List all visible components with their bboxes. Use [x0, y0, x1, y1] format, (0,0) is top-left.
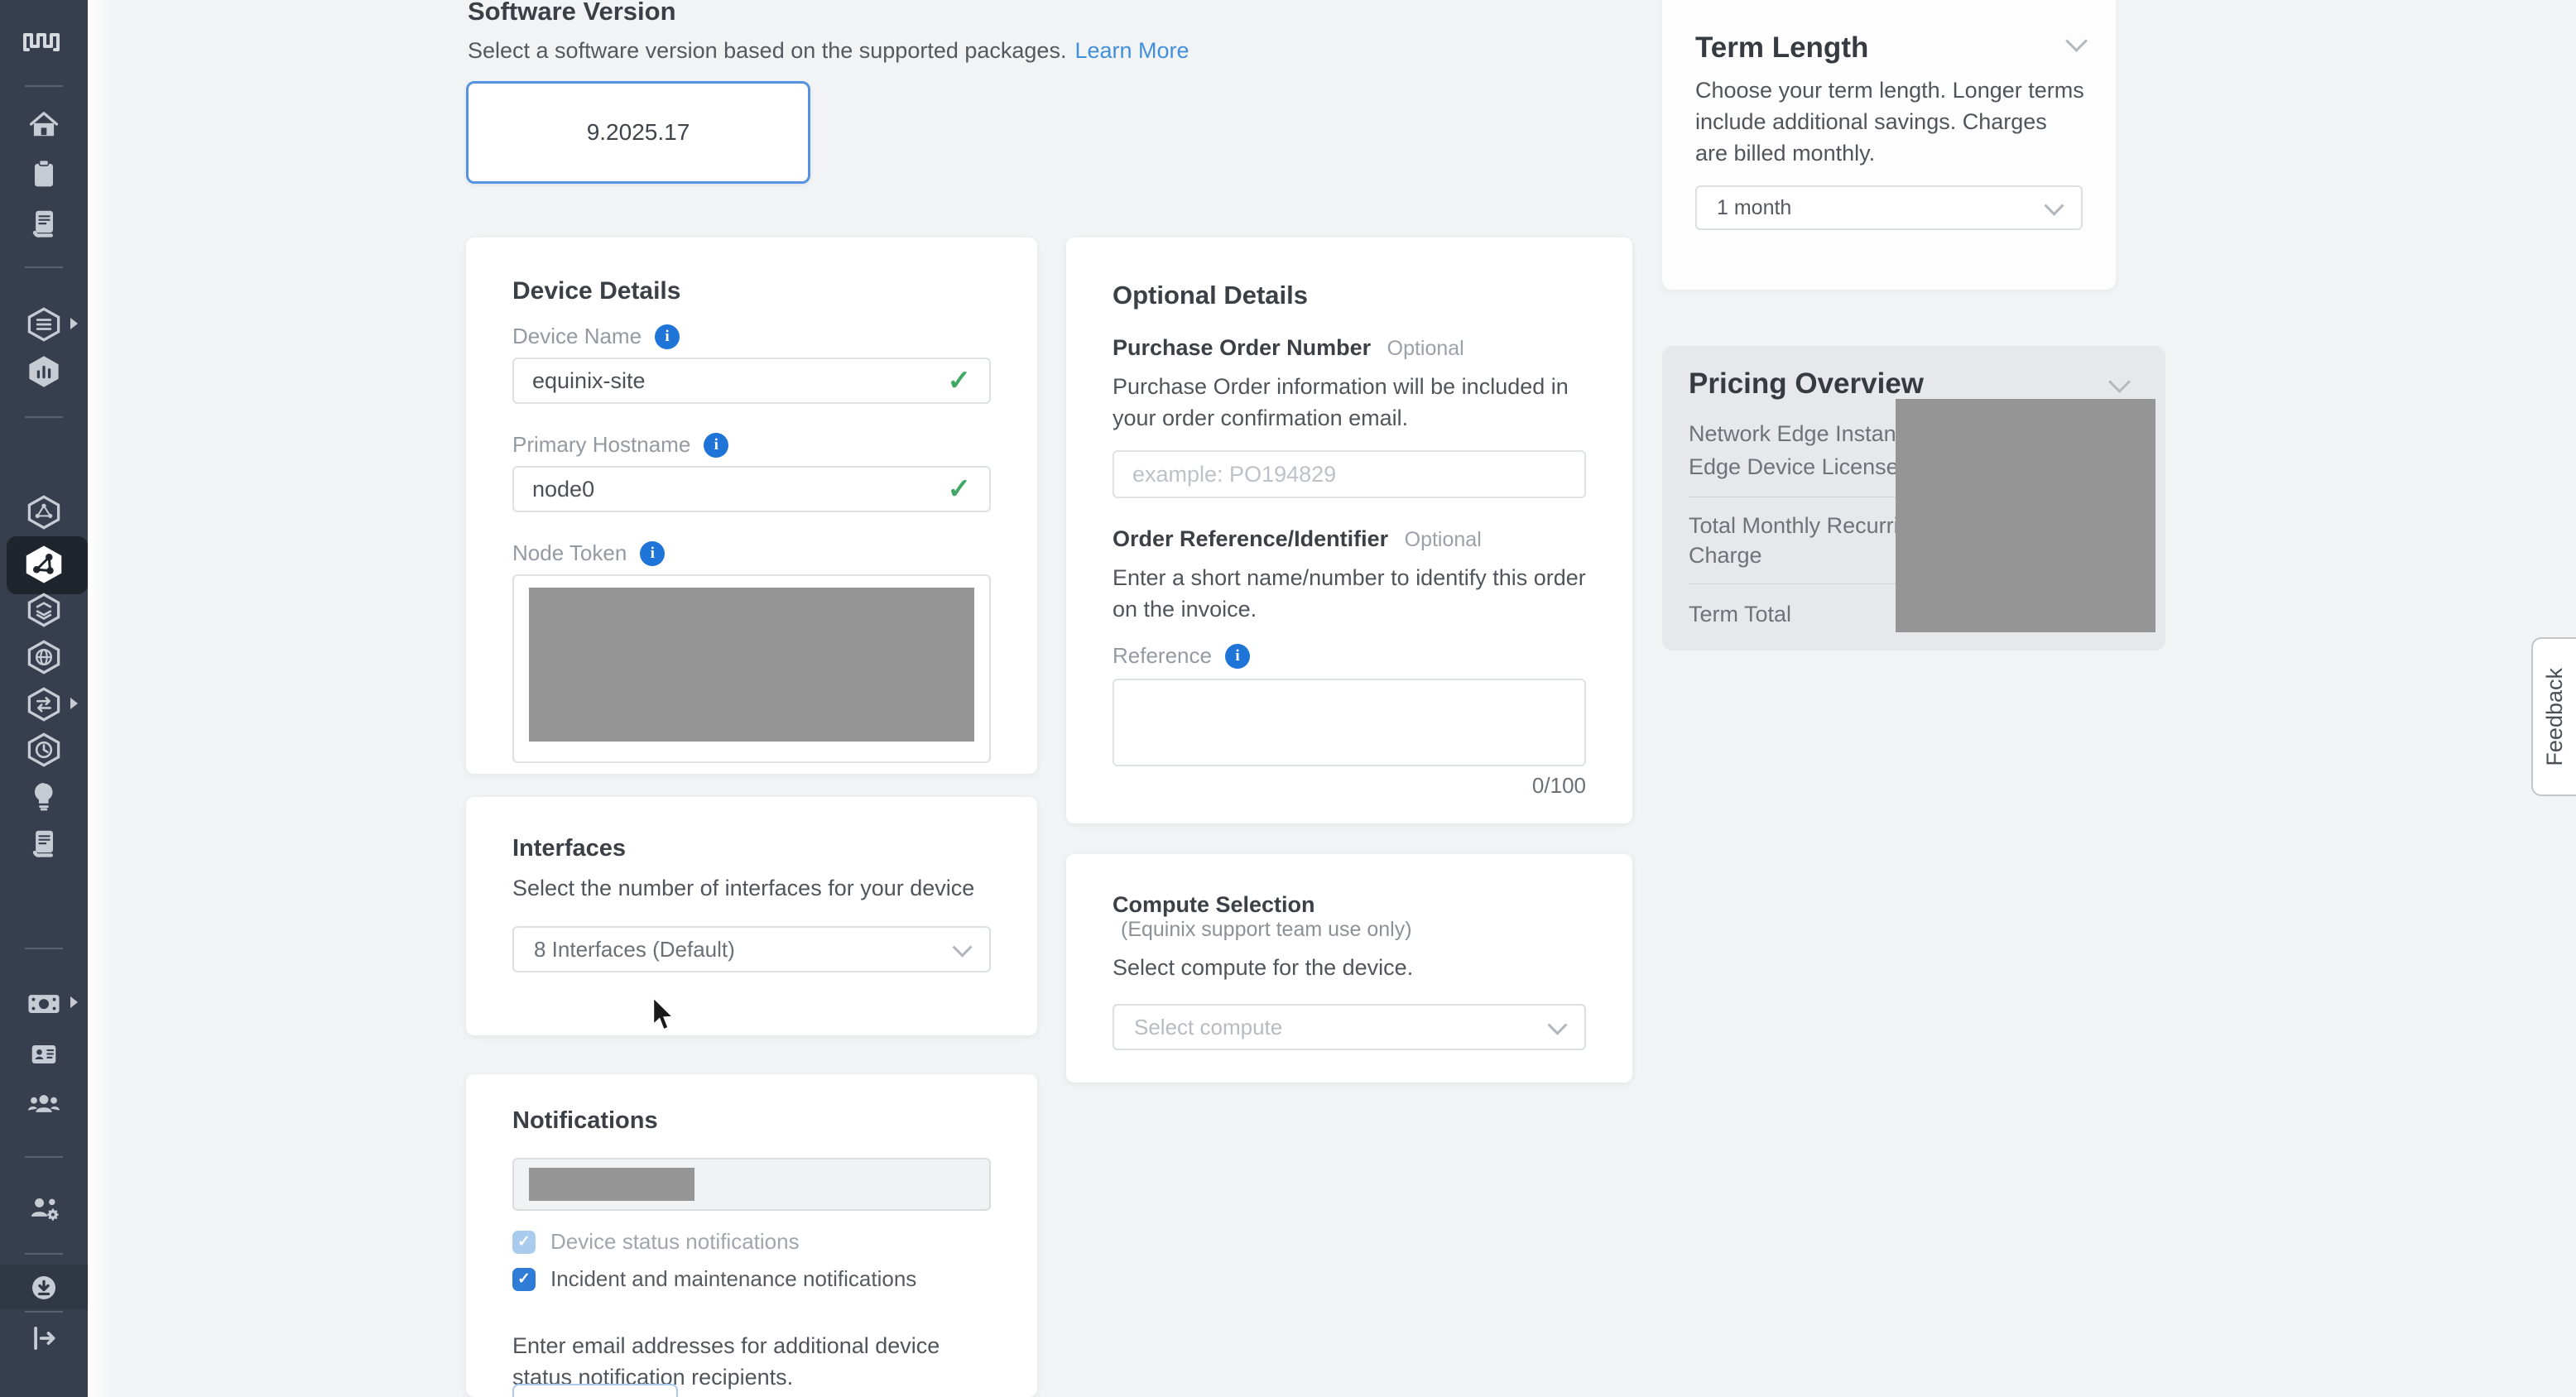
optional-details-title: Optional Details — [1113, 281, 1586, 310]
pricing-overview-panel: Pricing Overview Network Edge Instance E… — [1662, 346, 2165, 650]
network-edge-order-page: Software Version Select a software versi… — [0, 0, 2576, 1397]
users-group-icon[interactable] — [0, 1086, 88, 1122]
redacted-pricing-values — [1896, 399, 2155, 632]
home-icon[interactable] — [0, 106, 88, 142]
equinix-logo[interactable] — [0, 22, 88, 61]
interfaces-card: Interfaces Select the number of interfac… — [466, 797, 1037, 1035]
compute-select[interactable]: Select compute — [1113, 1004, 1586, 1050]
logout-icon[interactable] — [0, 1320, 88, 1356]
reference-label: Reference — [1113, 643, 1212, 669]
software-version-subtitle: Select a software version based on the s… — [468, 38, 1189, 64]
sidebar-divider — [25, 1156, 63, 1158]
info-icon[interactable] — [655, 324, 680, 349]
updates-download-icon[interactable] — [0, 1271, 88, 1304]
chevron-down-icon — [2044, 195, 2064, 215]
content-left-gutter — [88, 0, 113, 1397]
order-reference-description: Enter a short name/number to identify th… — [1113, 562, 1593, 625]
device-status-checkbox[interactable] — [512, 1231, 536, 1254]
valid-check-icon — [948, 473, 972, 506]
network-edge-active-icon[interactable] — [0, 544, 88, 585]
notifications-title: Notifications — [512, 1107, 991, 1135]
docs-book-icon[interactable] — [0, 824, 88, 861]
incident-maintenance-checkbox[interactable] — [512, 1268, 536, 1291]
document-book-icon[interactable] — [0, 204, 88, 241]
chevron-down-icon — [1547, 1015, 1567, 1035]
term-length-select[interactable]: 1 month — [1695, 185, 2083, 230]
redacted-node-token — [529, 588, 974, 742]
node-token-textarea[interactable] — [512, 574, 991, 763]
stack-hexagon-icon[interactable] — [0, 592, 88, 628]
term-length-title: Term Length — [1695, 31, 2083, 65]
compute-selection-note: (Equinix support team use only) — [1121, 918, 1412, 942]
device-name-field-box — [512, 358, 991, 404]
info-icon[interactable] — [1225, 644, 1250, 669]
user-admin-gear-icon[interactable] — [0, 1190, 88, 1227]
info-icon[interactable] — [704, 433, 728, 458]
notification-email-input[interactable] — [512, 1158, 991, 1211]
ideas-lightbulb-icon[interactable] — [0, 778, 88, 814]
orders-clipboard-icon[interactable] — [0, 156, 88, 192]
history-clock-hexagon-icon[interactable] — [0, 732, 88, 768]
mouse-cursor — [651, 996, 679, 1037]
purchase-order-label: Purchase Order Number — [1113, 335, 1371, 360]
optional-tag: Optional — [1387, 337, 1464, 360]
feedback-tab[interactable]: Feedback — [2531, 637, 2576, 796]
purchase-order-description: Purchase Order information will be inclu… — [1113, 371, 1593, 434]
optional-tag: Optional — [1405, 528, 1482, 551]
purchase-order-field-box — [1113, 450, 1586, 498]
interfaces-subtitle: Select the number of interfaces for your… — [512, 876, 991, 901]
term-length-description: Choose your term length. Longer terms in… — [1695, 74, 2084, 169]
reference-textarea[interactable] — [1113, 679, 1586, 766]
primary-hostname-input[interactable] — [532, 477, 948, 502]
analytics-hexagon-icon[interactable] — [0, 353, 88, 390]
primary-hostname-label: Primary Hostname — [512, 432, 690, 458]
sidebar-divider — [25, 948, 63, 949]
device-details-card: Device Details Device Name Primary Hostn… — [466, 238, 1037, 774]
network-mesh-hexagon-icon[interactable] — [0, 494, 88, 530]
optional-details-card: Optional Details Purchase Order Number O… — [1066, 238, 1632, 823]
primary-hostname-field-box — [512, 466, 991, 512]
interfaces-select[interactable]: 8 Interfaces (Default) — [512, 926, 991, 972]
interfaces-title: Interfaces — [512, 835, 991, 862]
term-length-panel: Term Length Choose your term length. Lon… — [1662, 0, 2116, 290]
redacted-email — [529, 1168, 694, 1201]
learn-more-link[interactable]: Learn More — [1074, 38, 1189, 63]
device-details-title: Device Details — [512, 277, 991, 305]
char-counter: 0/100 — [1113, 773, 1586, 799]
software-version-heading: Software Version — [468, 0, 676, 26]
pricing-overview-title: Pricing Overview — [1689, 367, 2139, 401]
purchase-order-input[interactable] — [1132, 462, 1566, 487]
sidebar-divider — [25, 416, 63, 418]
sidebar-divider — [25, 1311, 63, 1313]
software-version-option[interactable]: 9.2025.17 — [466, 81, 810, 184]
order-reference-label: Order Reference/Identifier — [1113, 526, 1388, 551]
incident-maintenance-checkbox-label: Incident and maintenance notifications — [550, 1266, 916, 1292]
sidebar-nav — [0, 0, 88, 1397]
submenu-arrow-icon — [70, 318, 78, 329]
add-email-button[interactable] — [512, 1384, 678, 1397]
notifications-card: Notifications Device status notification… — [466, 1074, 1037, 1397]
device-status-checkbox-label: Device status notifications — [550, 1229, 800, 1255]
compute-selection-card: Compute Selection (Equinix support team … — [1066, 854, 1632, 1083]
contact-card-icon[interactable] — [0, 1036, 88, 1073]
sidebar-divider — [25, 85, 63, 87]
valid-check-icon — [948, 364, 972, 397]
sidebar-divider — [25, 1253, 63, 1255]
compute-selection-subtitle: Select compute for the device. — [1113, 955, 1586, 981]
node-token-label: Node Token — [512, 540, 627, 566]
submenu-arrow-icon — [70, 996, 78, 1008]
submenu-arrow-icon — [70, 698, 78, 709]
feedback-tab-label: Feedback — [2542, 668, 2568, 766]
info-icon[interactable] — [640, 541, 665, 566]
sidebar-divider — [25, 266, 63, 268]
compute-selection-title: Compute Selection — [1113, 892, 1315, 918]
device-name-label: Device Name — [512, 324, 642, 349]
internet-globe-hexagon-icon[interactable] — [0, 639, 88, 675]
device-name-input[interactable] — [532, 368, 948, 394]
chevron-down-icon — [952, 937, 972, 957]
